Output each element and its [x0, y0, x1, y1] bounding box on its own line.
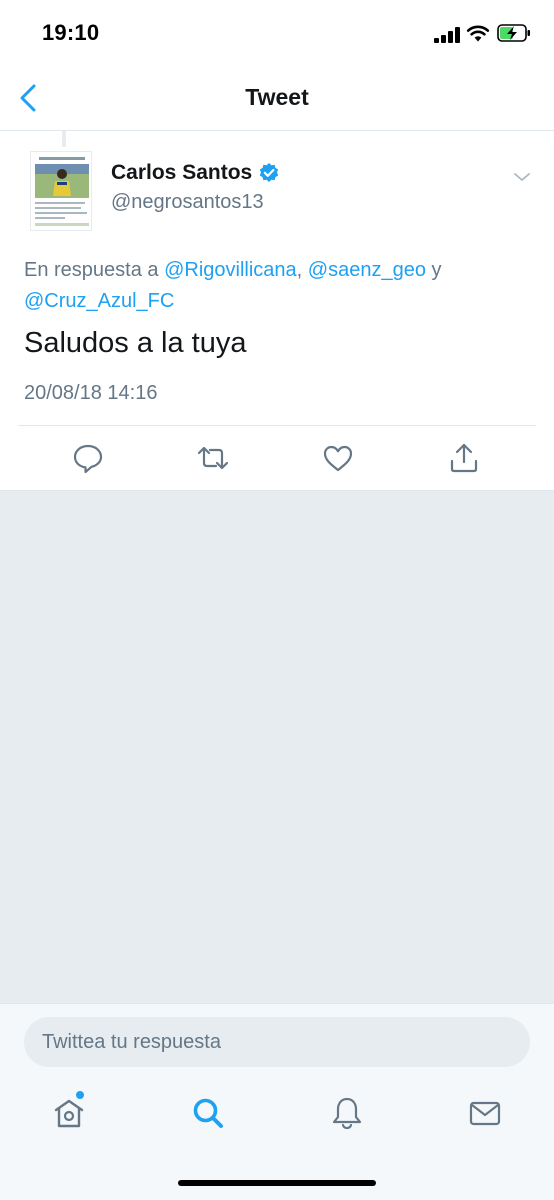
- tab-search[interactable]: [190, 1095, 226, 1131]
- chevron-down-icon[interactable]: [510, 169, 534, 185]
- tweet-timestamp: 20/08/18 14:16: [24, 382, 158, 404]
- thread-connector-line: [62, 131, 66, 147]
- avatar-image: [31, 152, 91, 230]
- tweet-detail: Carlos Santos @negrosantos13 En respuest…: [0, 131, 554, 491]
- reply-composer: Twittea tu respuesta: [0, 1003, 554, 1079]
- verified-badge-icon: [260, 163, 279, 182]
- status-time: 19:10: [42, 20, 100, 45]
- author-name-row: Carlos Santos: [111, 161, 280, 185]
- divider: [18, 425, 536, 426]
- home-icon: [54, 1099, 84, 1128]
- mention-link[interactable]: @Rigovillicana: [164, 259, 297, 281]
- replies-area: [0, 491, 554, 1003]
- new-content-dot: [76, 1091, 84, 1099]
- reply-prefix: En respuesta a: [24, 259, 159, 281]
- page-title: Tweet: [245, 84, 309, 110]
- like-button[interactable]: [321, 441, 355, 475]
- share-button[interactable]: [447, 441, 481, 475]
- status-bar: 19:10: [0, 0, 554, 64]
- avatar[interactable]: [30, 151, 92, 231]
- search-icon: [193, 1098, 223, 1128]
- mention-link[interactable]: @Cruz_Azul_FC: [24, 290, 174, 312]
- mention-separator: ,: [296, 259, 303, 281]
- author-handle[interactable]: @negrosantos13: [111, 191, 264, 214]
- reply-context: En respuesta a @Rigovillicana, @saenz_ge…: [24, 255, 524, 317]
- bell-icon: [332, 1097, 362, 1130]
- share-icon: [450, 443, 478, 473]
- mention-link[interactable]: @saenz_geo: [308, 259, 426, 281]
- signal-icon: [434, 27, 460, 43]
- retweet-button[interactable]: [196, 441, 230, 475]
- heart-icon: [323, 445, 353, 472]
- mention-conjunction: y: [431, 259, 442, 281]
- tweet-text: Saludos a la tuya: [24, 327, 247, 359]
- tab-messages[interactable]: [467, 1095, 503, 1131]
- reply-icon: [73, 444, 103, 474]
- navigation-bar: Tweet: [0, 64, 554, 131]
- author-name[interactable]: Carlos Santos: [111, 161, 252, 185]
- tab-home[interactable]: [51, 1095, 87, 1131]
- tab-bar: [0, 1079, 554, 1200]
- battery-charging-icon: [497, 24, 530, 42]
- reply-input[interactable]: Twittea tu respuesta: [24, 1017, 530, 1067]
- tab-notifications[interactable]: [329, 1095, 365, 1131]
- mail-icon: [469, 1101, 501, 1126]
- home-indicator: [178, 1180, 376, 1186]
- reply-button[interactable]: [71, 441, 105, 475]
- retweet-icon: [197, 446, 229, 470]
- wifi-icon: [466, 25, 490, 42]
